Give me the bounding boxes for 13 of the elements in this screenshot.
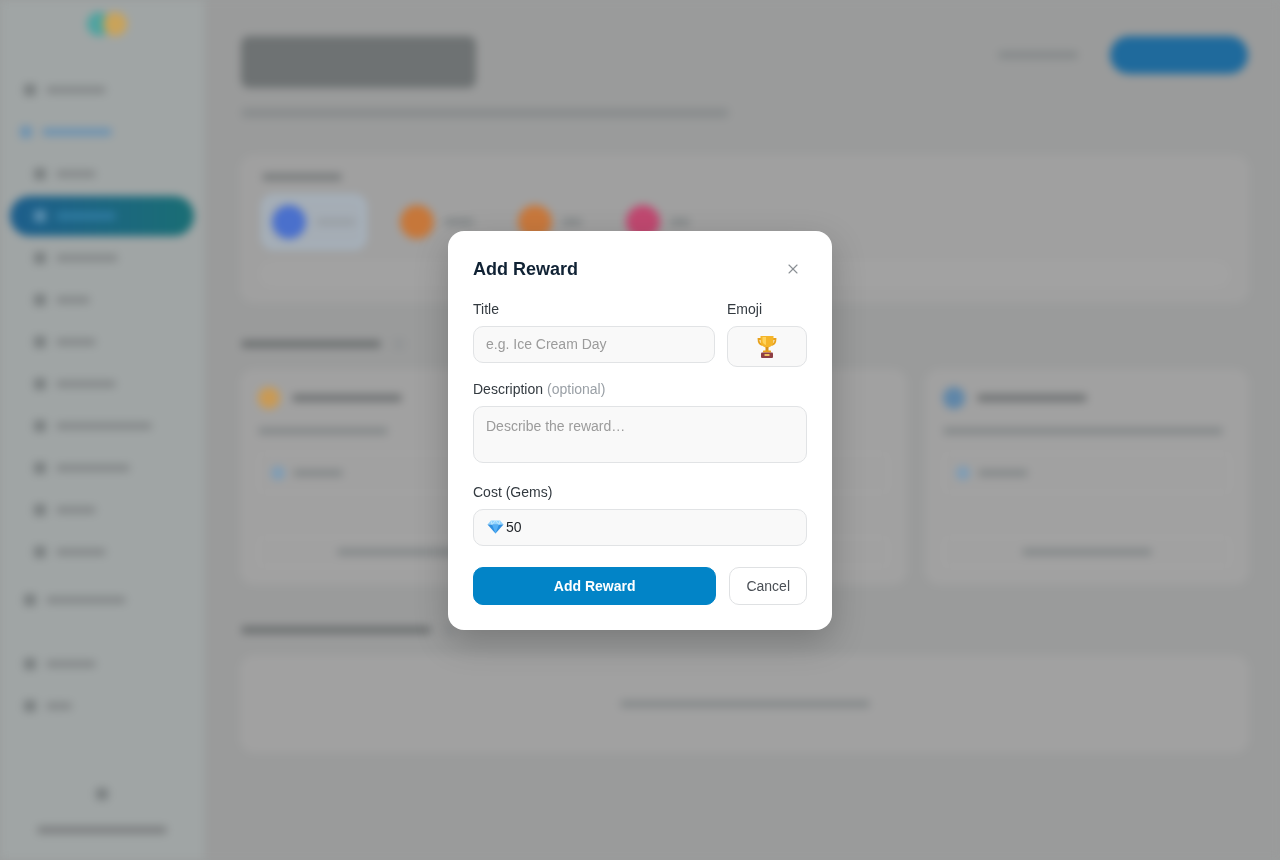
add-reward-button[interactable]: Add Reward <box>473 566 717 605</box>
field-label: Title <box>473 299 499 319</box>
field-label: Cost (Gems) <box>473 482 553 502</box>
trophy-icon <box>757 334 777 358</box>
title-input[interactable]: e.g. Ice Cream Day <box>473 325 715 363</box>
gem-icon <box>487 520 504 534</box>
field-label: Emoji <box>727 299 762 319</box>
cost-input[interactable]: 50 <box>473 508 807 546</box>
description-input[interactable]: Describe the reward… <box>473 405 807 463</box>
dialog-title: Add Reward <box>473 257 578 281</box>
field-label: Description (optional) <box>473 379 606 399</box>
cancel-button[interactable]: Cancel <box>729 566 807 605</box>
emoji-picker-field[interactable] <box>727 325 807 367</box>
